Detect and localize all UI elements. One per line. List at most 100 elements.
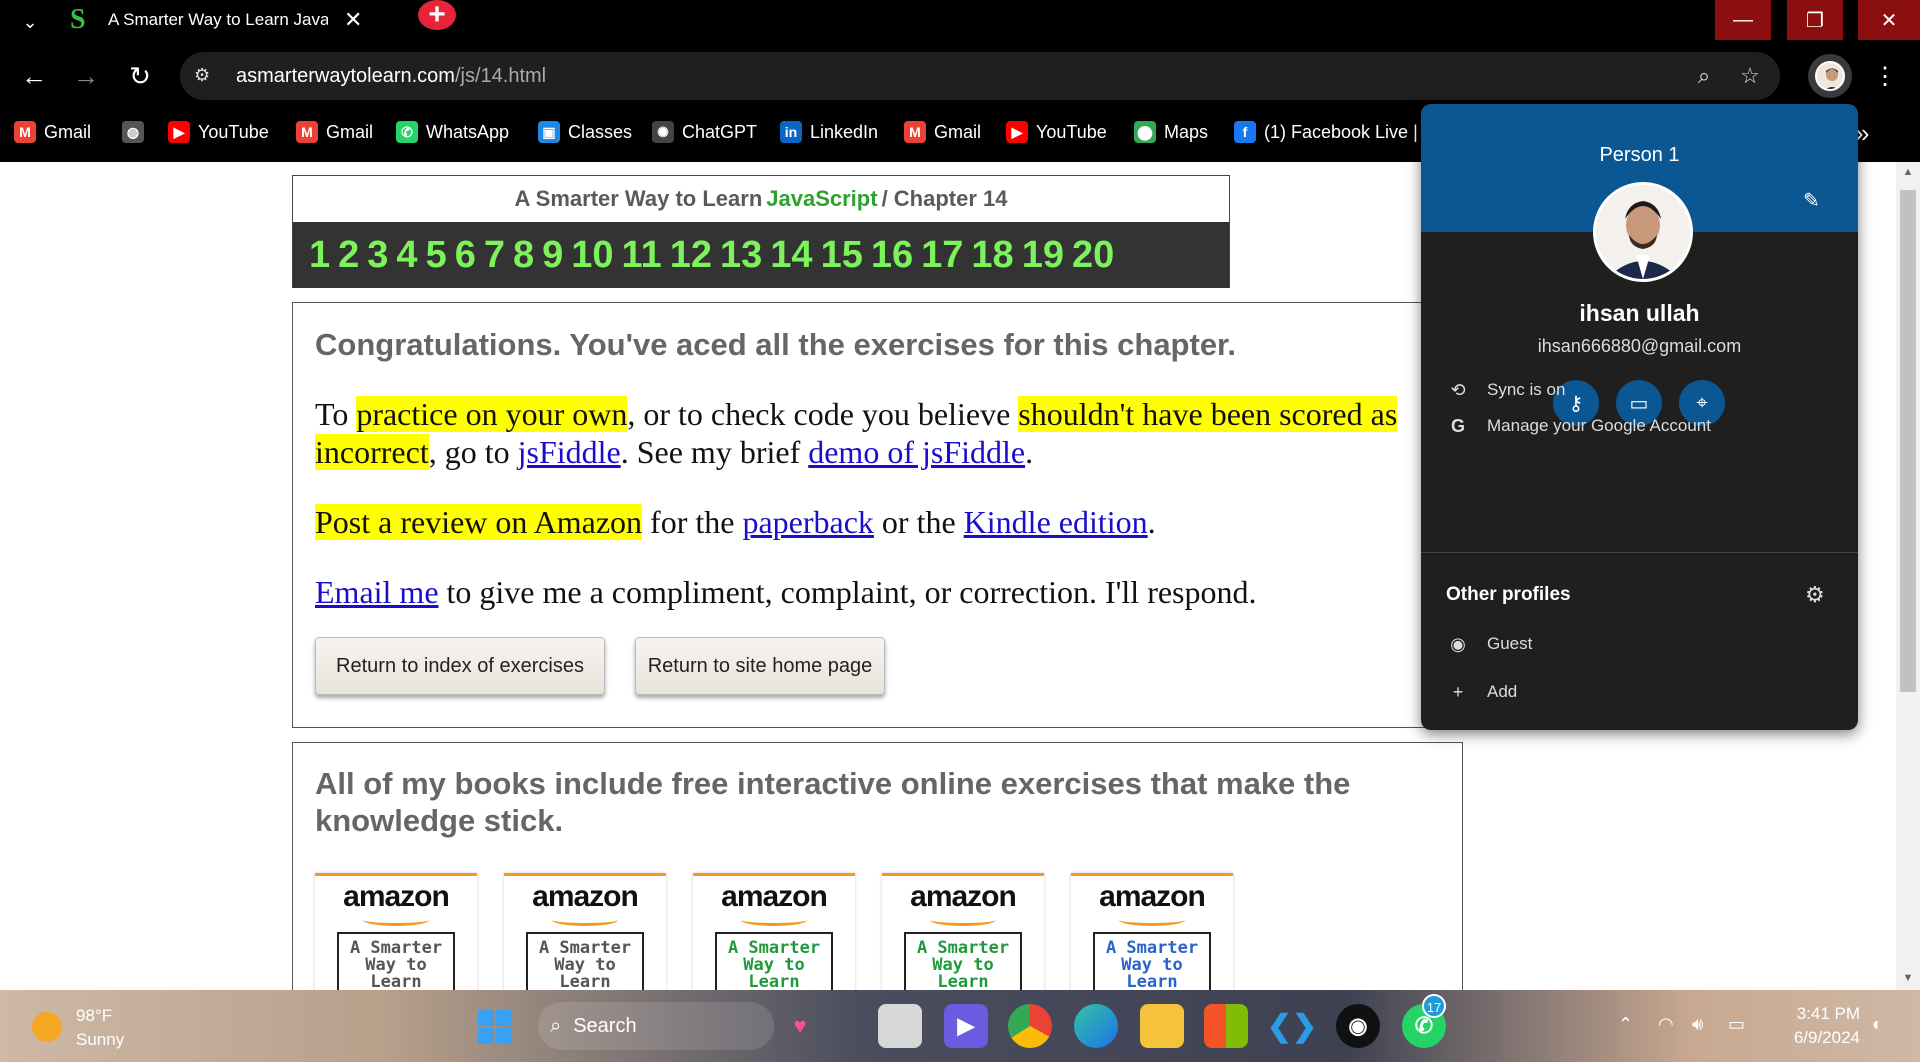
chapter-link[interactable]: 2 — [338, 234, 359, 277]
email-me-link[interactable]: Email me — [315, 574, 439, 610]
notifications-icon[interactable]: ◐ — [1872, 1014, 1883, 1035]
wifi-icon[interactable]: ◠ — [1658, 1014, 1674, 1035]
bookmark-star-icon[interactable]: ☆ — [1736, 62, 1764, 90]
reload-button[interactable]: ↻ — [122, 58, 158, 94]
bookmark-item[interactable]: ▶ YouTube — [1006, 118, 1107, 146]
chrome-icon[interactable] — [1008, 1004, 1052, 1048]
bookmark-item[interactable]: ⬤ Maps — [1134, 118, 1208, 146]
chapter-link[interactable]: 8 — [513, 234, 534, 277]
chapter-link[interactable]: 7 — [484, 234, 505, 277]
chapter-link[interactable]: 20 — [1072, 234, 1114, 277]
chapter-link[interactable]: 1 — [309, 234, 330, 277]
chapter-link[interactable]: 9 — [542, 234, 563, 277]
tab-search-button[interactable]: ⌄ — [14, 6, 46, 38]
jsfiddle-demo-link[interactable]: demo of jsFiddle — [808, 434, 1025, 470]
scroll-thumb[interactable] — [1900, 190, 1916, 692]
site-info-icon[interactable]: ⚙ — [194, 65, 216, 87]
search-label: Search — [573, 1014, 637, 1037]
chapter-link[interactable]: 11 — [622, 234, 662, 277]
chapter-link[interactable]: 3 — [367, 234, 388, 277]
zoom-icon[interactable]: ⌕ — [1690, 62, 1718, 90]
manage-profiles-gear-icon[interactable]: ⚙ — [1805, 582, 1825, 608]
edit-profile-icon[interactable]: ✎ — [1803, 188, 1820, 213]
bookmark-item[interactable]: ▶ YouTube — [168, 118, 269, 146]
address-bar[interactable]: ⚙ asmarterwaytolearn.com/js/14.html ⌕ ☆ — [180, 52, 1780, 100]
file-explorer-icon[interactable] — [1140, 1004, 1184, 1048]
more-menu-icon[interactable]: ⋮ — [1870, 58, 1900, 94]
start-button[interactable] — [478, 1010, 512, 1044]
whatsapp-notification-badge: 17 — [1422, 994, 1446, 1018]
bookmark-label: Gmail — [326, 121, 374, 142]
add-profile-item[interactable]: + Add — [1421, 672, 1858, 712]
sync-status-item[interactable]: ⟲ Sync is on — [1421, 370, 1858, 410]
chapter-link[interactable]: 17 — [921, 234, 963, 277]
chapter-link[interactable]: 6 — [455, 234, 476, 277]
return-to-index-button[interactable]: Return to index of exercises — [315, 637, 605, 695]
whatsapp-icon: ✆ — [396, 121, 418, 143]
amazon-logo: amazon — [343, 880, 450, 913]
taskbar-search[interactable]: ⌕ Search — [538, 1002, 774, 1050]
guest-profile-item[interactable]: ◉ Guest — [1421, 624, 1858, 664]
chapter-link[interactable]: 5 — [426, 234, 447, 277]
scroll-up-icon[interactable]: ▲ — [1902, 166, 1914, 178]
chapter-link[interactable]: 13 — [720, 234, 762, 277]
close-window-button[interactable]: ✕ — [1858, 0, 1920, 40]
chapter-link[interactable]: 4 — [396, 234, 417, 277]
paperback-link[interactable]: paperback — [742, 504, 873, 540]
jsfiddle-link[interactable]: jsFiddle — [518, 434, 621, 470]
amazon-book-card[interactable]: amazon A Smarter Way to Learn Python — [315, 873, 477, 990]
chapter-link[interactable]: 15 — [821, 234, 863, 277]
amazon-book-card[interactable]: amazon A Smarter Way to Learn Python — [504, 873, 666, 990]
bookmark-item[interactable]: ▣ Classes — [538, 118, 632, 146]
manage-account-item[interactable]: G Manage your Google Account — [1421, 406, 1858, 446]
bookmark-item[interactable]: M Gmail — [904, 118, 981, 146]
chapter-link[interactable]: 10 — [571, 234, 613, 277]
return-to-home-button[interactable]: Return to site home page — [635, 637, 885, 695]
sun-weather-icon[interactable] — [32, 1012, 62, 1042]
book-cover: A Smarter Way to Learn — [715, 932, 833, 990]
amazon-book-card[interactable]: amazon A Smarter Way to Learn — [882, 873, 1044, 990]
minimize-button[interactable]: — — [1715, 0, 1771, 40]
volume-icon[interactable]: 🔊︎ — [1692, 1014, 1703, 1035]
active-tab[interactable]: S A Smarter Way to Learn JavaScr ✕ — [62, 0, 402, 40]
vscode-icon[interactable]: ❮❯ — [1267, 1004, 1317, 1048]
edge-icon[interactable] — [1074, 1004, 1118, 1048]
bookmark-item[interactable]: f (1) Facebook Live | — [1234, 118, 1418, 146]
profile-person-label: Person 1 — [1599, 144, 1680, 166]
github-desktop-icon[interactable]: ◉ — [1336, 1004, 1380, 1048]
profile-button[interactable] — [1808, 54, 1852, 98]
kindle-edition-link[interactable]: Kindle edition — [964, 504, 1148, 540]
show-hidden-icons-icon[interactable]: ⌃ — [1618, 1014, 1633, 1035]
weather-temperature[interactable]: 98°F — [76, 1006, 112, 1026]
teams-icon[interactable]: ▶ — [944, 1004, 988, 1048]
bookmark-item[interactable]: in LinkedIn — [780, 118, 878, 146]
chapter-link[interactable]: 18 — [971, 234, 1013, 277]
widgets-hearts-icon[interactable]: ♥ — [778, 1004, 822, 1048]
chapter-link[interactable]: 19 — [1022, 234, 1064, 277]
microsoft-store-icon[interactable] — [1204, 1004, 1248, 1048]
clock-time[interactable]: 3:41 PM — [1780, 1004, 1860, 1024]
new-tab-button[interactable]: + — [418, 0, 456, 31]
bookmark-item[interactable]: M Gmail — [14, 118, 91, 146]
clock-date[interactable]: 6/9/2024 — [1770, 1028, 1860, 1048]
amazon-book-card[interactable]: amazon A Smarter Way to Learn — [693, 873, 855, 990]
bookmark-item[interactable]: ✆ WhatsApp — [396, 118, 509, 146]
task-view-icon[interactable] — [878, 1004, 922, 1048]
chapter-link[interactable]: 14 — [770, 234, 812, 277]
chapter-link[interactable]: 16 — [871, 234, 913, 277]
forward-button[interactable]: → — [68, 58, 104, 94]
amazon-book-card[interactable]: amazon A Smarter Way to Learn — [1071, 873, 1233, 990]
globe-icon: ◍ — [122, 121, 144, 143]
bookmark-item[interactable]: ◍ — [122, 118, 152, 146]
scroll-down-icon[interactable]: ▼ — [1902, 972, 1914, 984]
chapter-link[interactable]: 12 — [670, 234, 712, 277]
close-tab-icon[interactable]: ✕ — [344, 7, 362, 33]
url-text[interactable]: asmarterwaytolearn.com/js/14.html — [236, 65, 546, 88]
bookmark-item[interactable]: ✺ ChatGPT — [652, 118, 757, 146]
page-scrollbar[interactable]: ▲ ▼ — [1896, 162, 1920, 990]
back-button[interactable]: ← — [16, 58, 52, 94]
battery-icon[interactable]: ▭ — [1728, 1014, 1745, 1035]
restore-button[interactable]: ❐ — [1787, 0, 1843, 40]
bookmark-item[interactable]: M Gmail — [296, 118, 373, 146]
weather-condition[interactable]: Sunny — [76, 1030, 124, 1050]
